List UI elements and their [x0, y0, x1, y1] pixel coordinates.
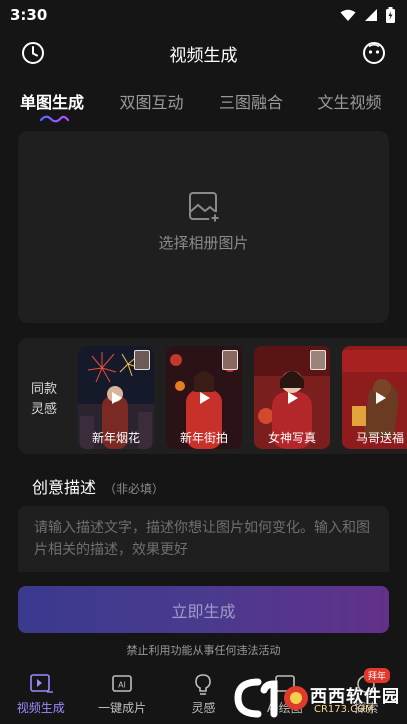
- card-caption: 女神写真: [267, 431, 316, 445]
- status-time: 3:30: [10, 6, 48, 24]
- play-icon: [200, 392, 210, 404]
- card-source-thumbnail: [222, 350, 238, 370]
- disclaimer-text: 禁止利用功能从事任何违法活动: [126, 644, 281, 657]
- select-album-image-label: 选择相册图片: [158, 233, 249, 252]
- description-optional-hint: （非必填）: [104, 482, 165, 496]
- wifi-icon: [340, 9, 356, 21]
- generate-now-button[interactable]: 立即生成: [18, 586, 389, 633]
- nav-item-one-click-video[interactable]: AI 一键成片: [81, 668, 162, 724]
- nav-item-video-generation[interactable]: 视频生成: [0, 668, 81, 724]
- tab-text-to-video[interactable]: 文生视频: [317, 80, 407, 113]
- inspiration-card[interactable]: 新年街拍: [166, 346, 242, 449]
- inspiration-card[interactable]: 马哥送福: [342, 346, 407, 449]
- active-tab-indicator: [39, 115, 70, 123]
- ai-drawing-icon: [275, 675, 295, 692]
- battery-icon: [386, 7, 395, 23]
- card-caption: 马哥送福: [355, 431, 404, 445]
- mode-tabs: 单图生成 双图互动 三图融合 文生视频: [0, 80, 407, 126]
- tab-single-image[interactable]: 单图生成: [20, 80, 119, 113]
- card-source-thumbnail: [134, 350, 150, 370]
- nav-label: 灵感: [191, 701, 216, 715]
- signal-icon: [365, 9, 377, 21]
- description-placeholder: 请输入描述文字，描述你想让图片如何变化。输入和图片相关的描述，效果更好: [34, 520, 370, 558]
- ai-video-icon: [29, 674, 53, 693]
- tab-triple-image[interactable]: 三图融合: [219, 80, 317, 113]
- header: 视频生成: [0, 30, 407, 76]
- card-caption: 新年烟花: [91, 431, 140, 445]
- select-album-image-area[interactable]: 选择相册图片: [18, 131, 389, 323]
- inspiration-list: 新年烟花 新年街拍 女神写真 马哥送福: [78, 346, 407, 449]
- card-source-thumbnail: [310, 350, 326, 370]
- ai-clip-icon: AI: [112, 675, 132, 692]
- history-clock-icon[interactable]: [20, 40, 46, 66]
- nav-item-explore[interactable]: 探索: [326, 668, 407, 724]
- description-title: 创意描述: [32, 478, 97, 497]
- svg-text:AI: AI: [118, 681, 126, 690]
- status-bar: 3:30: [0, 0, 407, 30]
- customer-service-face-icon[interactable]: [361, 40, 387, 66]
- nav-label: 探索: [354, 701, 379, 715]
- inspiration-label: 同款灵感: [31, 382, 58, 417]
- inspiration-card[interactable]: 女神写真: [254, 346, 330, 449]
- play-icon: [288, 392, 298, 404]
- description-heading: 创意描述 （非必填）: [32, 474, 164, 498]
- page-title: 视频生成: [169, 45, 238, 66]
- tab-dual-image[interactable]: 双图互动: [119, 80, 218, 113]
- nav-item-inspiration[interactable]: 灵感: [163, 668, 244, 724]
- bottom-nav: 视频生成 AI 一键成片 灵感 AI绘图 探索: [0, 668, 407, 724]
- inspiration-card[interactable]: 新年烟花: [78, 346, 154, 449]
- nav-item-ai-drawing[interactable]: AI绘图: [244, 668, 325, 724]
- nav-label: 一键成片: [98, 701, 147, 715]
- card-caption: 新年街拍: [179, 431, 228, 445]
- lightbulb-icon: [195, 674, 212, 695]
- description-input[interactable]: 请输入描述文字，描述你想让图片如何变化。输入和图片相关的描述，效果更好: [18, 506, 389, 572]
- nav-label: 视频生成: [16, 701, 65, 715]
- add-image-icon: [188, 191, 221, 224]
- play-icon: [376, 392, 386, 404]
- explore-icon: [357, 675, 376, 693]
- play-icon: [112, 392, 122, 404]
- status-icons: [340, 7, 395, 23]
- nav-label: AI绘图: [266, 701, 303, 715]
- inspiration-strip: 同款灵感 新年烟花 新年街拍 女神写真 马哥送福: [18, 338, 407, 454]
